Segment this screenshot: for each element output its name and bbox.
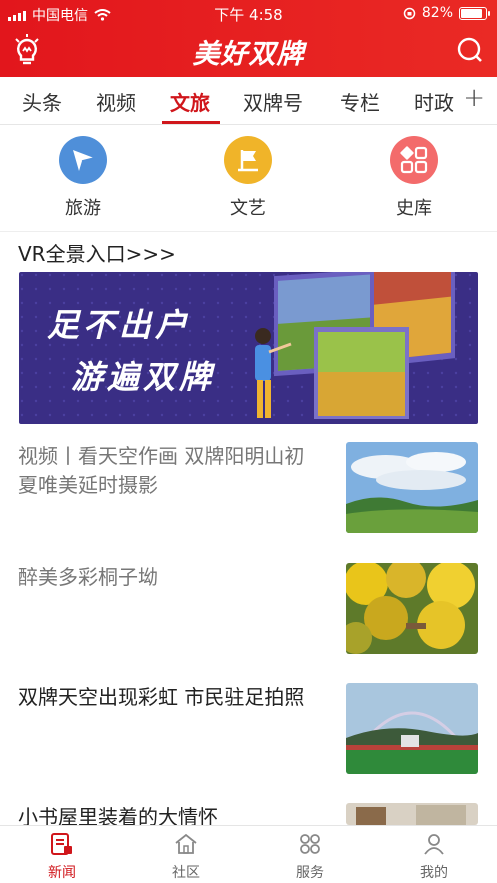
battery-percent: 82% — [421, 5, 453, 21]
vr-banner[interactable]: 足不出户 游遍双牌 — [19, 272, 478, 424]
news-icon — [51, 833, 72, 855]
category-label: 史库 — [396, 198, 432, 219]
banner-slogan-line1: 足不出户 — [47, 306, 192, 344]
channel-tabs: 头条 视频 文旅 双牌号 专栏 时政 + — [0, 77, 497, 125]
bottom-navigation: 新闻 社区 服务 我的 — [0, 825, 497, 883]
category-travel[interactable]: 旅游 — [33, 136, 133, 220]
news-item[interactable]: 视频丨看天空作画 双牌阳明山初夏唯美延时摄影 — [0, 442, 497, 542]
tab-shuangpai-account[interactable]: 双牌号 — [243, 87, 303, 116]
nav-news[interactable]: 新闻 — [22, 832, 102, 882]
profile-icon — [424, 834, 444, 855]
grid-icon — [390, 136, 438, 184]
active-tab-indicator — [162, 121, 220, 124]
flag-icon — [224, 136, 272, 184]
nav-label: 新闻 — [48, 865, 76, 881]
app-title: 美好双牌 — [192, 39, 305, 70]
home-icon — [175, 833, 197, 854]
battery-icon — [459, 6, 490, 20]
tab-columns[interactable]: 专栏 — [340, 87, 380, 116]
vr-entry-link[interactable]: VR全景入口>>> — [18, 238, 176, 267]
tab-video[interactable]: 视频 — [96, 87, 136, 116]
send-icon — [59, 136, 107, 184]
category-row: 旅游 文艺 史库 — [0, 126, 497, 232]
news-item[interactable]: 双牌天空出现彩虹 市民驻足拍照 — [0, 683, 497, 783]
rotation-lock-icon — [403, 7, 416, 19]
search-icon[interactable] — [457, 37, 483, 67]
news-title: 双牌天空出现彩虹 市民驻足拍照 — [18, 685, 305, 709]
services-icon — [300, 834, 320, 854]
news-thumbnail — [346, 803, 478, 825]
tab-headlines[interactable]: 头条 — [22, 87, 62, 116]
category-arts[interactable]: 文艺 — [198, 136, 298, 220]
banner-artwork — [19, 272, 478, 424]
add-channel-icon[interactable]: + — [463, 83, 485, 113]
category-history[interactable]: 史库 — [364, 136, 464, 220]
nav-services[interactable]: 服务 — [270, 832, 350, 882]
tab-culture-travel[interactable]: 文旅 — [170, 87, 210, 116]
status-bar: 中国电信 下午 4:58 82% — [0, 0, 497, 26]
category-label: 文艺 — [230, 198, 266, 219]
news-title: 醉美多彩桐子坳 — [18, 565, 158, 589]
nav-label: 我的 — [420, 865, 448, 881]
nav-profile[interactable]: 我的 — [394, 832, 474, 882]
app-header: 中国电信 下午 4:58 82% 美好双牌 — [0, 0, 497, 77]
nav-label: 服务 — [296, 865, 324, 881]
nav-label: 社区 — [172, 865, 200, 881]
news-thumbnail — [346, 683, 478, 774]
news-thumbnail — [346, 442, 478, 533]
category-label: 旅游 — [65, 198, 101, 219]
tab-politics[interactable]: 时政 — [414, 87, 454, 116]
news-item[interactable]: 醉美多彩桐子坳 — [0, 563, 497, 663]
banner-slogan-line2: 游遍双牌 — [71, 358, 216, 396]
news-title: 视频丨看天空作画 双牌阳明山初夏唯美延时摄影 — [18, 444, 305, 497]
nav-community[interactable]: 社区 — [146, 832, 226, 882]
news-thumbnail — [346, 563, 478, 654]
